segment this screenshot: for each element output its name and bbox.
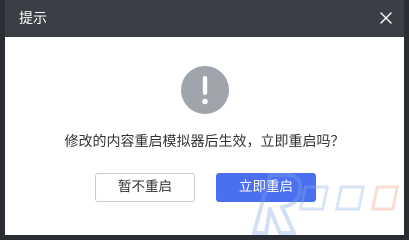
dialog-message: 修改的内容重启模拟器后生效，立即重启吗？: [64, 134, 345, 150]
exclamation-circle-icon: [181, 66, 229, 114]
dialog-titlebar: 提示: [5, 0, 404, 37]
restart-confirm-dialog: 提示 修改的内容重启模拟器后生效，立即重启吗？ 暂不重启 立即重启: [5, 0, 404, 235]
confirm-restart-button[interactable]: 立即重启: [216, 173, 316, 202]
cancel-button[interactable]: 暂不重启: [95, 173, 195, 202]
dialog-title: 提示: [19, 11, 47, 27]
close-icon: [380, 12, 392, 24]
close-button[interactable]: [376, 8, 396, 28]
